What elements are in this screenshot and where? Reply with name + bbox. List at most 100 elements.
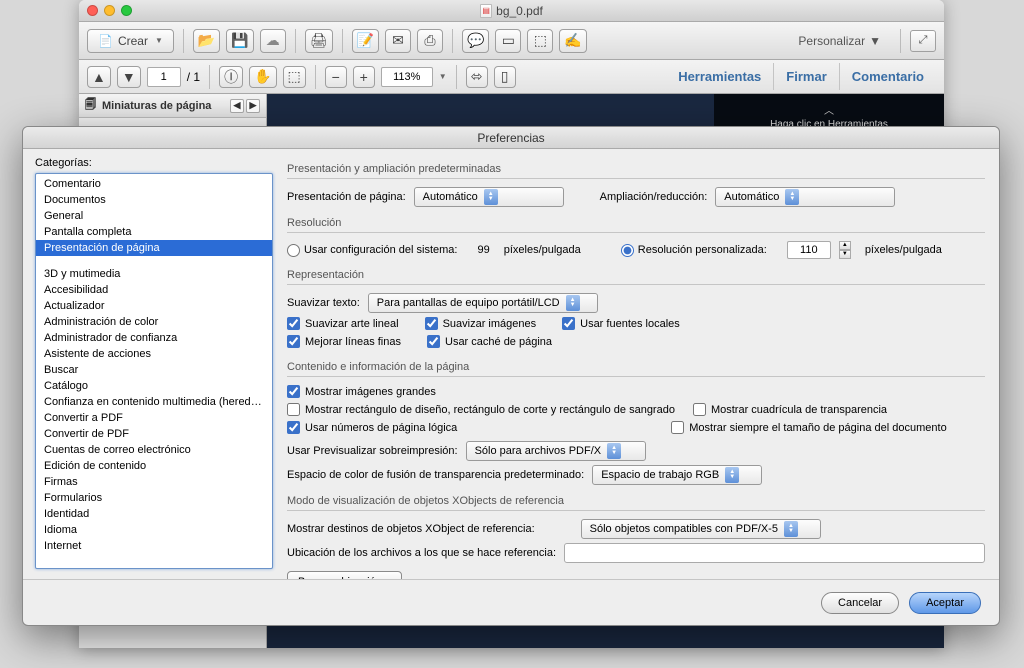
categories-list[interactable]: ComentarioDocumentosGeneralPantalla comp… <box>35 173 273 569</box>
smooth-text-select[interactable]: Para pantallas de equipo portátil/LCD ▲▼ <box>368 293 598 313</box>
chevron-up-icon: ︿ <box>722 102 936 117</box>
category-item[interactable]: Firmas <box>36 474 272 490</box>
category-item[interactable]: Documentos <box>36 192 272 208</box>
xobject-targets-select[interactable]: Sólo objetos compatibles con PDF/X-5 ▲▼ <box>581 519 821 539</box>
zoom-in-button[interactable]: + <box>353 66 375 88</box>
hand-tool-button[interactable]: ✋ <box>249 66 276 88</box>
stamp-button[interactable]: ⬚ <box>527 29 553 53</box>
save-button[interactable]: 💾 <box>226 29 253 53</box>
ppi-stepper[interactable]: ▲▼ <box>839 241 851 259</box>
window-title-text: bg_0.pdf <box>496 4 543 18</box>
overprint-preview-select[interactable]: Sólo para archivos PDF/X ▲▼ <box>466 441 646 461</box>
dropdown-caret-icon[interactable]: ▼ <box>439 72 447 81</box>
overprint-preview-value: Sólo para archivos PDF/X <box>475 445 602 457</box>
fit-width-button[interactable]: ⬄ <box>466 66 488 88</box>
custom-ppi-input[interactable] <box>787 241 831 259</box>
category-item[interactable]: Administración de color <box>36 314 272 330</box>
zoom-out-button[interactable]: − <box>325 66 347 88</box>
category-item[interactable]: Administrador de confianza <box>36 330 272 346</box>
browse-location-button[interactable]: Buscar ubicación... <box>287 571 402 579</box>
prev-page-button[interactable]: ▲ <box>87 66 111 88</box>
cancel-button[interactable]: Cancelar <box>821 592 899 614</box>
show-transparency-grid-checkbox[interactable]: Mostrar cuadrícula de transparencia <box>693 403 887 416</box>
personalizar-button[interactable]: Personalizar ▼ <box>788 34 891 48</box>
category-item[interactable]: Convertir a PDF <box>36 410 272 426</box>
category-item[interactable]: Internet <box>36 538 272 554</box>
blend-color-space-select[interactable]: Espacio de trabajo RGB ▲▼ <box>592 465 762 485</box>
use-local-fonts-checkbox[interactable]: Usar fuentes locales <box>562 317 680 330</box>
edit-button[interactable]: 📝 <box>352 29 379 53</box>
open-file-button[interactable]: 📂 <box>193 29 220 53</box>
category-item[interactable]: Comentario <box>36 176 272 192</box>
category-item[interactable]: Presentación de página <box>36 240 272 256</box>
marquee-tool-button[interactable]: ⬚ <box>283 66 306 88</box>
comment-bubble-button[interactable]: 💬 <box>462 29 489 53</box>
referenced-files-location-input[interactable] <box>564 543 985 563</box>
thumb-next-button[interactable]: ▶ <box>246 99 260 113</box>
use-page-cache-checkbox[interactable]: Usar caché de página <box>427 335 552 348</box>
smooth-line-art-checkbox[interactable]: Suavizar arte lineal <box>287 317 399 330</box>
pages-stack-icon: 🗐 <box>85 96 96 115</box>
category-item[interactable]: Catálogo <box>36 378 272 394</box>
select-arrows-icon: ▲▼ <box>725 467 739 483</box>
section-title-rendering: Representación <box>287 269 985 281</box>
print-button[interactable]: 🖨 <box>305 29 333 53</box>
custom-resolution-radio[interactable]: Resolución personalizada: <box>621 244 767 257</box>
ok-button[interactable]: Aceptar <box>909 592 981 614</box>
next-page-button[interactable]: ▼ <box>117 66 141 88</box>
xobject-targets-label: Mostrar destinos de objetos XObject de r… <box>287 523 535 535</box>
page-number-input[interactable] <box>147 67 181 87</box>
scan-button[interactable]: ⎙ <box>417 29 443 53</box>
tab-herramientas[interactable]: Herramientas <box>666 63 774 90</box>
section-title-resolution: Resolución <box>287 217 985 229</box>
category-item[interactable]: Edición de contenido <box>36 458 272 474</box>
zoom-select[interactable]: Automático ▲▼ <box>715 187 895 207</box>
category-item[interactable]: Cuentas de correo electrónico <box>36 442 272 458</box>
settings-panel: Presentación y ampliación predeterminada… <box>283 149 999 579</box>
cloud-button[interactable]: ☁ <box>260 29 286 53</box>
xobject-targets-value: Sólo objetos compatibles con PDF/X-5 <box>590 523 778 535</box>
category-item[interactable]: Accesibilidad <box>36 282 272 298</box>
zoom-input[interactable] <box>381 67 433 87</box>
fullscreen-icon: ⤢ <box>919 34 928 47</box>
use-logical-page-numbers-checkbox[interactable]: Usar números de página lógica <box>287 421 457 434</box>
email-button[interactable]: ✉ <box>385 29 411 53</box>
hand-icon: ✋ <box>254 68 271 85</box>
show-large-images-checkbox[interactable]: Mostrar imágenes grandes <box>287 385 436 398</box>
category-item[interactable]: Confianza en contenido multimedia (hered… <box>36 394 272 410</box>
category-item[interactable]: Pantalla completa <box>36 224 272 240</box>
sign-button[interactable]: ✍ <box>559 29 586 53</box>
custom-res-label: Resolución personalizada: <box>638 244 767 256</box>
category-item[interactable]: Buscar <box>36 362 272 378</box>
page-total-label: / 1 <box>187 70 200 84</box>
window-title: ▤ bg_0.pdf <box>79 4 944 18</box>
enhance-thin-lines-checkbox[interactable]: Mejorar líneas finas <box>287 335 401 348</box>
dropdown-caret-icon: ▼ <box>869 34 881 48</box>
crear-button[interactable]: 📄 Crear ▼ <box>87 29 174 53</box>
tab-firmar[interactable]: Firmar <box>774 63 839 90</box>
toolbar-separator <box>315 65 316 89</box>
crear-label: Crear <box>118 34 148 48</box>
category-item[interactable]: Formularios <box>36 490 272 506</box>
category-item[interactable]: Idioma <box>36 522 272 538</box>
smooth-images-checkbox[interactable]: Suavizar imágenes <box>425 317 537 330</box>
category-item[interactable]: General <box>36 208 272 224</box>
select-tool-button[interactable]: Ⓘ <box>219 66 243 88</box>
category-item[interactable]: 3D y mutimedia <box>36 266 272 282</box>
category-item[interactable]: Convertir de PDF <box>36 426 272 442</box>
fullscreen-button[interactable]: ⤢ <box>910 30 936 52</box>
category-item[interactable]: Asistente de acciones <box>36 346 272 362</box>
category-item[interactable]: Identidad <box>36 506 272 522</box>
tab-comentario[interactable]: Comentario <box>840 63 936 90</box>
category-item[interactable]: Actualizador <box>36 298 272 314</box>
dropdown-caret-icon: ▼ <box>155 36 163 45</box>
highlight-button[interactable]: ▭ <box>495 29 521 53</box>
fit-page-button[interactable]: ▯ <box>494 66 516 88</box>
thumb-prev-button[interactable]: ◀ <box>230 99 244 113</box>
speech-bubble-icon: 💬 <box>467 32 484 49</box>
show-boxes-checkbox[interactable]: Mostrar rectángulo de diseño, rectángulo… <box>287 403 675 416</box>
use-system-resolution-radio[interactable]: Usar configuración del sistema: <box>287 244 457 257</box>
always-show-page-size-checkbox[interactable]: Mostrar siempre el tamaño de página del … <box>671 421 946 434</box>
highlight-icon: ▭ <box>502 32 515 49</box>
page-layout-select[interactable]: Automático ▲▼ <box>414 187 564 207</box>
